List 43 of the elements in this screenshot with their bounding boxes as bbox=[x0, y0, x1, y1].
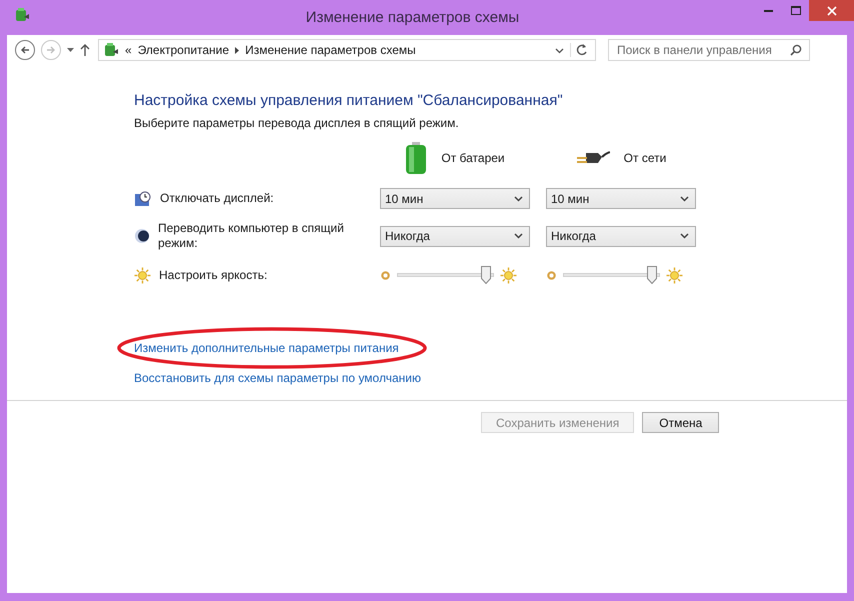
cancel-button[interactable]: Отмена bbox=[642, 412, 720, 433]
clock-monitor-icon bbox=[134, 190, 152, 206]
close-icon bbox=[826, 6, 836, 16]
back-arrow-icon bbox=[20, 45, 30, 55]
address-dropdown-icon[interactable] bbox=[555, 48, 564, 54]
settings-link[interactable]: Восстановить для схемы параметры по умолчанию bbox=[134, 371, 421, 385]
bright-brightness-icon bbox=[666, 266, 683, 284]
search-field[interactable]: Поиск в панели управления bbox=[608, 39, 810, 61]
dropdown[interactable]: Никогда bbox=[380, 226, 530, 246]
breadcrumb-item[interactable]: Электропитание bbox=[138, 43, 230, 57]
close-button[interactable] bbox=[809, 0, 854, 21]
forward-arrow-icon bbox=[46, 45, 56, 55]
recent-pages-caret-icon[interactable] bbox=[67, 48, 74, 52]
breadcrumb-item[interactable]: Изменение параметров схемы bbox=[245, 43, 416, 57]
dim-brightness-icon bbox=[380, 270, 391, 280]
column-heading: От сети bbox=[624, 151, 666, 165]
maximize-icon bbox=[790, 6, 800, 15]
address-bar[interactable]: « Электропитание Изменение параметров схемы bbox=[98, 39, 596, 61]
brightness-slider[interactable] bbox=[563, 266, 660, 284]
slider-thumb[interactable] bbox=[481, 266, 492, 284]
dropdown[interactable]: 10 мин bbox=[546, 188, 696, 209]
minimize-icon bbox=[764, 10, 773, 12]
dropdown[interactable]: Никогда bbox=[546, 226, 696, 246]
setting-label: Настроить яркость: bbox=[159, 268, 268, 282]
page-heading: Настройка схемы управления питанием "Сбалансированная" bbox=[134, 92, 564, 109]
dropdown[interactable]: 10 мин bbox=[380, 188, 530, 209]
moon-icon bbox=[134, 228, 150, 244]
brightness-slider[interactable] bbox=[397, 266, 494, 284]
bright-brightness-icon bbox=[500, 266, 517, 284]
up-arrow-icon[interactable] bbox=[80, 44, 90, 56]
window-title: Изменение параметров схемы bbox=[306, 9, 520, 26]
page-description: Выберите параметры перевода дисплея в спящий режим. bbox=[134, 116, 460, 130]
column-heading: От батареи bbox=[441, 151, 505, 165]
dim-brightness-icon bbox=[546, 270, 557, 280]
slider-thumb[interactable] bbox=[647, 266, 658, 284]
battery-icon bbox=[405, 142, 428, 174]
back-button[interactable] bbox=[15, 40, 35, 60]
setting-label: Переводить компьютер в спящий режим: bbox=[158, 221, 345, 251]
breadcrumb-separator-icon bbox=[235, 46, 240, 54]
sun-icon bbox=[134, 266, 151, 284]
search-icon[interactable] bbox=[790, 44, 802, 56]
setting-label: Отключать дисплей: bbox=[160, 191, 275, 206]
breadcrumb-overflow[interactable]: « bbox=[125, 43, 132, 57]
